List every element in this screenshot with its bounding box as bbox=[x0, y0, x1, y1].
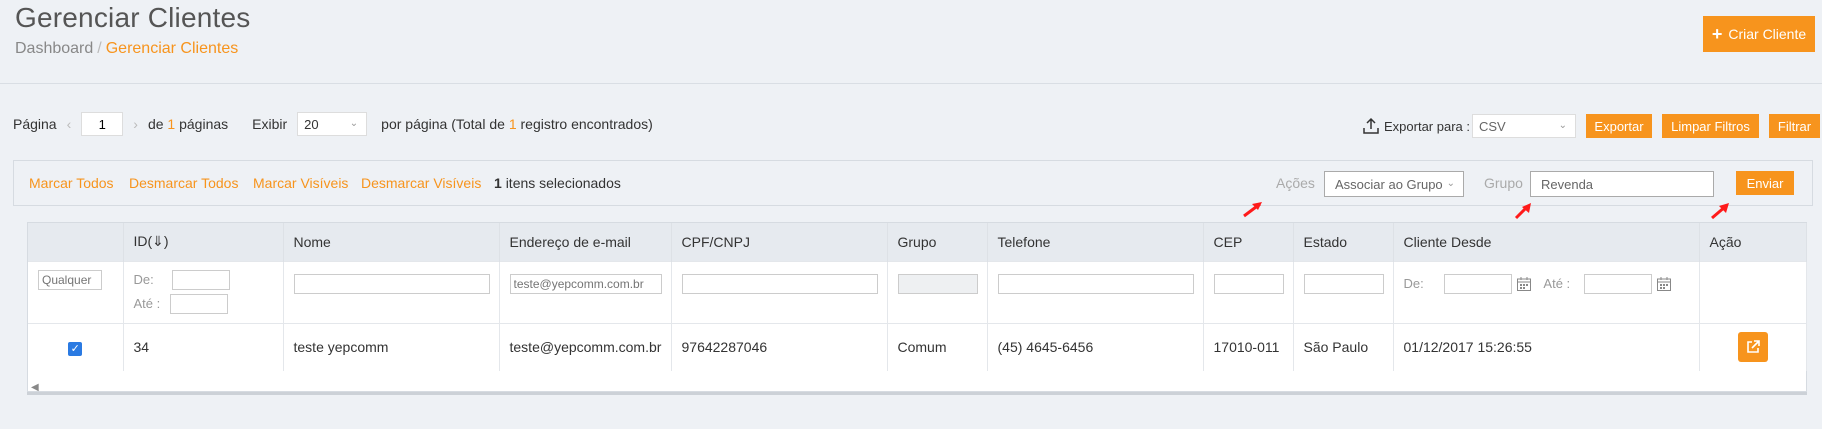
cell-cep: 17010-011 bbox=[1203, 322, 1294, 371]
since-from-input[interactable] bbox=[1443, 273, 1512, 294]
chevron-down-icon: ⌄ bbox=[349, 118, 359, 129]
column-header-cep[interactable]: CEP bbox=[1203, 223, 1294, 261]
cell-email: teste@yepcomm.com.br bbox=[499, 322, 672, 371]
group-label: Grupo bbox=[1484, 175, 1523, 191]
records-label: registro encontrados) bbox=[520, 116, 653, 132]
cell-group: Comum bbox=[887, 322, 988, 371]
cell-state: São Paulo bbox=[1293, 322, 1394, 371]
show-label: Exibir bbox=[252, 116, 288, 132]
per-page-select[interactable]: 20 ⌄ bbox=[297, 112, 368, 136]
column-header-state[interactable]: Estado bbox=[1293, 223, 1394, 261]
chevron-down-icon: ⌄ bbox=[1446, 178, 1455, 189]
row-checkbox[interactable]: ✓ bbox=[68, 341, 83, 356]
column-header-phone[interactable]: Telefone bbox=[987, 223, 1204, 261]
actions-select[interactable]: Associar ao Grupo ⌄ bbox=[1324, 171, 1464, 197]
export-area: Exportar para : CSV ⌄ Exportar Limpar Fi… bbox=[1362, 113, 1820, 139]
calendar-icon[interactable] bbox=[1656, 276, 1672, 292]
page-number-input[interactable] bbox=[81, 112, 124, 136]
page-title: Gerenciar Clientes bbox=[15, 2, 251, 33]
unmark-visible-link[interactable]: Desmarcar Visíveis bbox=[361, 175, 481, 191]
cell-id: 34 bbox=[123, 322, 284, 371]
annotation-arrow-icon bbox=[1243, 202, 1262, 218]
page-header: Gerenciar Clientes Dashboard / Gerenciar C… bbox=[0, 0, 1822, 84]
cell-phone: (45) 4645-6456 bbox=[987, 322, 1204, 371]
column-header-action: Ação bbox=[1699, 223, 1807, 261]
id-to-input[interactable] bbox=[170, 293, 229, 314]
unmark-all-link[interactable]: Desmarcar Todos bbox=[129, 175, 238, 191]
email-filter-input[interactable] bbox=[509, 273, 662, 294]
total-pages: 1 bbox=[167, 116, 176, 132]
clients-table: ID(⇓) Nome Endereço de e-mail CPF/CNPJ G… bbox=[27, 222, 1807, 392]
breadcrumb-dashboard-link[interactable]: Dashboard bbox=[15, 40, 93, 57]
chevron-right-icon[interactable]: › bbox=[133, 116, 138, 132]
selected-count: 1 itens selecionados bbox=[494, 175, 621, 191]
group-input[interactable]: Revenda bbox=[1530, 171, 1714, 197]
select-filter-input[interactable] bbox=[38, 269, 102, 290]
column-header-email[interactable]: Endereço de e-mail bbox=[499, 223, 672, 261]
per-page-label: por página (Total de bbox=[381, 116, 505, 132]
export-format-select[interactable]: CSV ⌄ bbox=[1472, 114, 1576, 138]
export-button[interactable]: Exportar bbox=[1586, 114, 1652, 138]
id-from-input[interactable] bbox=[171, 269, 230, 290]
clear-filters-button[interactable]: Limpar Filtros bbox=[1662, 114, 1759, 138]
filter-row: De: Até : De: Até : bbox=[28, 260, 1807, 323]
pages-label: páginas bbox=[179, 116, 229, 132]
plus-icon: + bbox=[1711, 24, 1723, 44]
selection-bar: Marcar Todos Desmarcar Todos Marcar Visí… bbox=[13, 160, 1813, 206]
column-header-id[interactable]: ID(⇓) bbox=[123, 223, 284, 261]
table-row: ✓ 34 teste yepcomm teste@yepcomm.com.br … bbox=[28, 322, 1807, 371]
column-header-cpf[interactable]: CPF/CNPJ bbox=[671, 223, 888, 261]
external-link-icon bbox=[1746, 340, 1760, 354]
table-header-row: ID(⇓) Nome Endereço de e-mail CPF/CNPJ G… bbox=[28, 223, 1807, 261]
cell-since: 01/12/2017 15:26:55 bbox=[1393, 322, 1700, 371]
chevron-left-icon[interactable]: ‹ bbox=[67, 116, 72, 132]
filter-button[interactable]: Filtrar bbox=[1769, 114, 1820, 138]
column-header-group[interactable]: Grupo bbox=[887, 223, 988, 261]
phone-filter-input[interactable] bbox=[997, 273, 1194, 294]
of-label: de bbox=[147, 116, 164, 132]
mark-all-link[interactable]: Marcar Todos bbox=[29, 175, 114, 191]
chevron-down-icon: ⌄ bbox=[1558, 120, 1567, 131]
cell-cpf: 97642287046 bbox=[671, 322, 888, 371]
page-label: Página bbox=[13, 116, 57, 132]
upload-icon bbox=[1363, 117, 1379, 134]
open-client-button[interactable] bbox=[1737, 332, 1768, 363]
column-header-since[interactable]: Cliente Desde bbox=[1393, 223, 1700, 261]
annotation-arrow-icon bbox=[1711, 203, 1729, 220]
total-records: 1 bbox=[508, 116, 517, 132]
submit-button[interactable]: Enviar bbox=[1736, 171, 1794, 195]
group-filter-input[interactable] bbox=[897, 273, 978, 294]
breadcrumb-current: Gerenciar Clientes bbox=[105, 40, 239, 57]
state-filter-input[interactable] bbox=[1303, 273, 1384, 294]
cell-name: teste yepcomm bbox=[283, 322, 500, 371]
calendar-icon[interactable] bbox=[1516, 276, 1532, 292]
horizontal-scrollbar[interactable]: ◀ bbox=[27, 382, 1807, 395]
breadcrumb: Dashboard / Gerenciar Clientes bbox=[15, 40, 239, 57]
since-to-input[interactable] bbox=[1584, 273, 1653, 294]
column-header-name[interactable]: Nome bbox=[283, 223, 500, 261]
column-header-select bbox=[28, 223, 124, 261]
annotation-arrow-icon bbox=[1514, 203, 1531, 220]
cpf-filter-input[interactable] bbox=[681, 273, 878, 294]
cep-filter-input[interactable] bbox=[1213, 273, 1284, 294]
mark-visible-link[interactable]: Marcar Visíveis bbox=[253, 175, 348, 191]
create-client-button[interactable]: + Criar Cliente bbox=[1703, 16, 1815, 52]
export-label: Exportar para : bbox=[1384, 118, 1470, 134]
pagination-bar: Página ‹ › de 1 páginas Exibir 20 ⌄ por … bbox=[13, 112, 653, 136]
actions-label: Ações bbox=[1276, 175, 1315, 191]
name-filter-input[interactable] bbox=[293, 273, 490, 294]
